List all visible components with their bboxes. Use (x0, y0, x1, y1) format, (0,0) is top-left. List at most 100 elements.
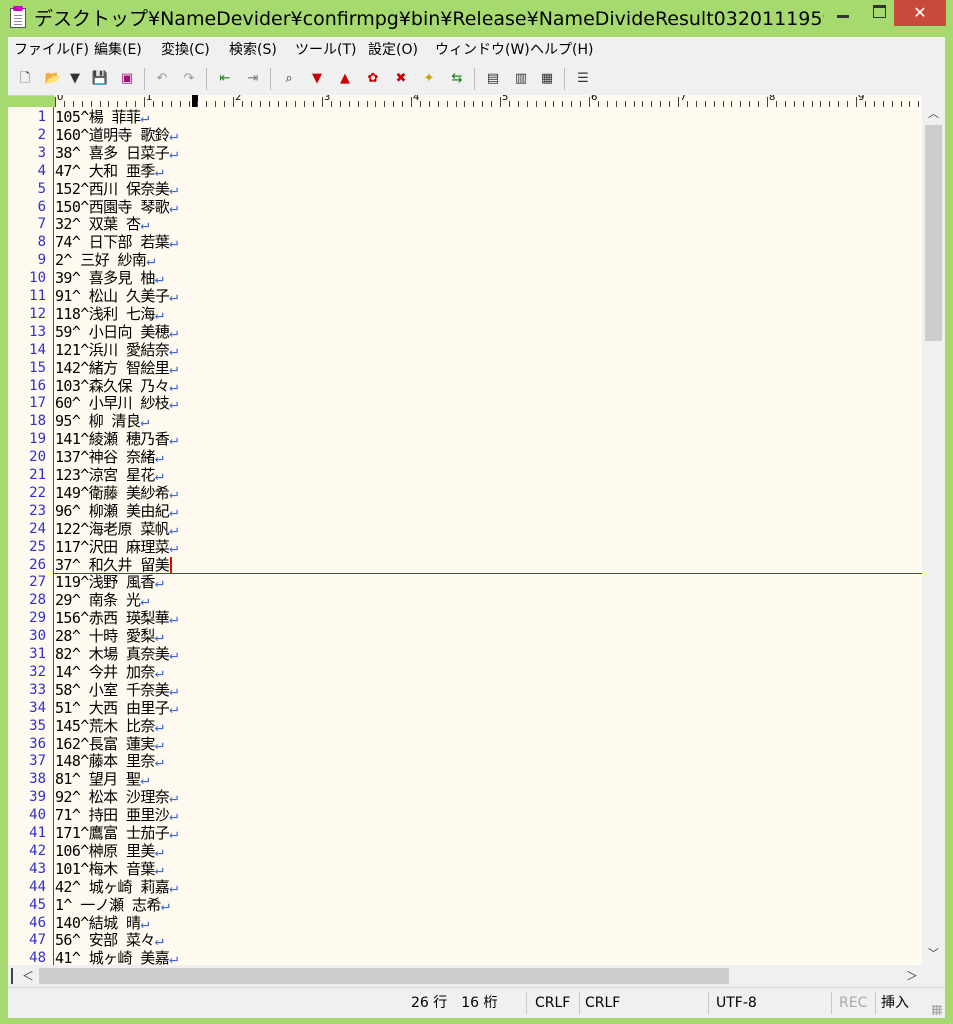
vertical-scroll-thumb[interactable] (925, 125, 942, 341)
editor-line[interactable]: 21 123^涼宮 星花↵ (8, 466, 922, 484)
notepad-app-icon[interactable] (10, 6, 26, 28)
editor-line[interactable]: 6 150^西園寺 琴歌↵ (8, 198, 922, 216)
editor-line[interactable]: 28 29^ 南条 光↵ (8, 591, 922, 609)
editor-line[interactable]: 33 58^ 小室 千奈美↵ (8, 681, 922, 699)
editor-line[interactable]: 41 171^鷹富 士茄子↵ (8, 824, 922, 842)
find-prev-icon[interactable]: ▼ (308, 70, 326, 88)
text-editor-area[interactable]: 1 105^楊 菲菲↵ 2 160^道明寺 歌鈴↵ 3 38^ 喜多 日菜子↵ 4 47^ 大… (8, 107, 922, 965)
scroll-right-icon[interactable]: ＞ (902, 965, 922, 987)
editor-line[interactable]: 27 119^浅野 風香↵ (8, 573, 922, 591)
menu-search[interactable]: 検索(S) (227, 37, 279, 63)
horizontal-scrollbar[interactable]: ＜ ＞ (8, 965, 922, 987)
editor-line[interactable]: 10 39^ 喜多見 柚↵ (8, 269, 922, 287)
editor-line[interactable]: 8 74^ 日下部 若葉↵ (8, 233, 922, 251)
menu-help[interactable]: ヘルプ(H) (528, 37, 595, 63)
insert-mode[interactable]: 挿入 (881, 988, 909, 1018)
editor-line[interactable]: 14 121^浜川 愛結奈↵ (8, 341, 922, 359)
dropdown-icon[interactable]: ▼ (66, 70, 84, 88)
split-handle[interactable] (11, 968, 13, 984)
editor-line[interactable]: 29 156^赤西 瑛梨華↵ (8, 609, 922, 627)
editor-line[interactable]: 4 47^ 大和 亜季↵ (8, 162, 922, 180)
editor-line[interactable]: 36 162^長富 蓮実↵ (8, 735, 922, 753)
menu-file[interactable]: ファイル(F) (12, 37, 91, 63)
newline-mode[interactable]: CRLF (585, 988, 620, 1018)
line-number: 36 (29, 735, 46, 752)
outline-icon[interactable]: ▥ (512, 70, 530, 88)
scroll-left-icon[interactable]: ＜ (18, 965, 38, 987)
line-text-container: 106^榊原 里美↵ (55, 842, 164, 860)
editor-line[interactable]: 38 81^ 望月 聖↵ (8, 770, 922, 788)
replace-icon[interactable]: ✖ (392, 70, 410, 88)
vertical-scrollbar[interactable]: ︿ ﹀ (922, 95, 945, 965)
editor-line[interactable]: 24 122^海老原 菜帆↵ (8, 520, 922, 538)
tag-jump-icon[interactable]: ▦ (538, 70, 556, 88)
save-all-icon[interactable]: ▣ (118, 70, 136, 88)
editor-line[interactable]: 32 14^ 今井 加奈↵ (8, 663, 922, 681)
editor-line[interactable]: 22 149^衛藤 美紗希↵ (8, 484, 922, 502)
editor-line[interactable]: 19 141^綾瀬 穂乃香↵ (8, 430, 922, 448)
editor-line[interactable]: 11 91^ 松山 久美子↵ (8, 287, 922, 305)
horizontal-scroll-thumb[interactable] (39, 968, 729, 984)
new-file-icon[interactable]: 🗋 (16, 70, 34, 88)
editor-line[interactable]: 46 140^結城 晴↵ (8, 914, 922, 932)
editor-line[interactable]: 39 92^ 松本 沙理奈↵ (8, 788, 922, 806)
editor-line[interactable]: 42 106^榊原 里美↵ (8, 842, 922, 860)
jump-forward-icon[interactable]: ⇥ (244, 70, 262, 88)
editor-line[interactable]: 31 82^ 木場 真奈美↵ (8, 645, 922, 663)
editor-line[interactable]: 13 59^ 小日向 美穂↵ (8, 323, 922, 341)
editor-line[interactable]: 40 71^ 持田 亜里沙↵ (8, 806, 922, 824)
editor-line[interactable]: 44 42^ 城ヶ崎 莉嘉↵ (8, 878, 922, 896)
settings-icon[interactable]: ☰ (574, 70, 592, 88)
editor-line[interactable]: 25 117^沢田 麻理菜↵ (8, 538, 922, 556)
newline-code[interactable]: CRLF (535, 988, 570, 1018)
editor-line[interactable]: 20 137^神谷 奈緒↵ (8, 448, 922, 466)
editor-line[interactable]: 45 1^ 一ノ瀬 志希↵ (8, 896, 922, 914)
editor-line[interactable]: 1 105^楊 菲菲↵ (8, 108, 922, 126)
editor-line[interactable]: 3 38^ 喜多 日菜子↵ (8, 144, 922, 162)
editor-line[interactable]: 26 37^ 和久井 留美 (8, 556, 922, 574)
grep-icon[interactable]: ✦ (420, 70, 438, 88)
cursor-position[interactable]: 26 行 16 桁 (411, 988, 498, 1018)
find-next-icon[interactable]: ▲ (336, 70, 354, 88)
close-button[interactable]: ✕ (894, 0, 946, 26)
line-text-container: 171^鷹富 士茄子↵ (55, 824, 178, 842)
title-bar[interactable]: デスクトップ¥NameDevider¥confirmpg¥bin¥Release… (0, 0, 953, 37)
editor-line[interactable]: 35 145^荒木 比奈↵ (8, 717, 922, 735)
redo-icon[interactable]: ↷ (180, 70, 198, 88)
save-icon[interactable]: 💾 (91, 70, 109, 88)
encoding[interactable]: UTF-8 (716, 988, 757, 1018)
editor-line[interactable]: 9 2^ 三好 紗南↵ (8, 251, 922, 269)
open-file-icon[interactable]: 📂 (44, 70, 62, 88)
editor-line[interactable]: 37 148^藤本 里奈↵ (8, 752, 922, 770)
editor-line[interactable]: 15 142^緒方 智絵里↵ (8, 359, 922, 377)
resize-grip-icon[interactable] (932, 1005, 942, 1015)
compare-icon[interactable]: ▤ (484, 70, 502, 88)
editor-line[interactable]: 5 152^西川 保奈美↵ (8, 180, 922, 198)
jump-back-icon[interactable]: ⇤ (216, 70, 234, 88)
find-icon[interactable]: ⌕ (280, 70, 298, 88)
menu-window[interactable]: ウィンドウ(W) (433, 37, 532, 63)
editor-line[interactable]: 43 101^梅木 音葉↵ (8, 860, 922, 878)
editor-line[interactable]: 7 32^ 双葉 杏↵ (8, 215, 922, 233)
editor-line[interactable]: 48 41^ 城ヶ崎 美嘉↵ (8, 949, 922, 965)
editor-line[interactable]: 30 28^ 十時 愛梨↵ (8, 627, 922, 645)
editor-line[interactable]: 47 56^ 安部 菜々↵ (8, 931, 922, 949)
editor-line[interactable]: 34 51^ 大西 由里子↵ (8, 699, 922, 717)
menu-edit[interactable]: 編集(E) (92, 37, 144, 63)
editor-line[interactable]: 12 118^浅利 七海↵ (8, 305, 922, 323)
menu-convert[interactable]: 変換(C) (159, 37, 212, 63)
editor-line[interactable]: 17 60^ 小早川 紗枝↵ (8, 394, 922, 412)
scroll-up-icon[interactable]: ︿ (922, 105, 945, 123)
editor-line[interactable]: 16 103^森久保 乃々↵ (8, 377, 922, 395)
find-mark-icon[interactable]: ✿ (364, 70, 382, 88)
rec-indicator[interactable]: REC (839, 988, 867, 1018)
undo-icon[interactable]: ↶ (153, 70, 171, 88)
editor-line[interactable]: 2 160^道明寺 歌鈴↵ (8, 126, 922, 144)
editor-line[interactable]: 23 96^ 柳瀬 美由紀↵ (8, 502, 922, 520)
grep-replace-icon[interactable]: ⇆ (448, 70, 466, 88)
scroll-down-icon[interactable]: ﹀ (922, 945, 945, 963)
menu-tools[interactable]: ツール(T) (293, 37, 358, 63)
menu-settings[interactable]: 設定(O) (366, 37, 420, 63)
editor-line[interactable]: 18 95^ 柳 清良↵ (8, 412, 922, 430)
line-number: 1 (37, 109, 46, 125)
